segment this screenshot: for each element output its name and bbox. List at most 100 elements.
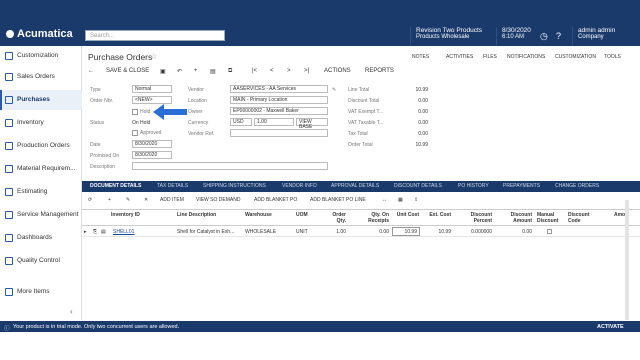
sidebar-item-dashboards[interactable]: Dashboards [0, 228, 82, 248]
type-select[interactable]: Normal [132, 85, 172, 93]
tab-shipping-instructions[interactable]: SHIPPING INSTRUCTIONS [203, 183, 266, 189]
sidebar-item-production-orders[interactable]: Production Orders [0, 136, 82, 156]
line-description-cell[interactable]: Shell for Catalyst in Exh... [177, 229, 234, 235]
tools-link[interactable]: TOOLS [604, 54, 621, 60]
files-link[interactable]: FILES [483, 54, 497, 60]
table-row[interactable]: ▸ ⎘ ▤ SHELL01 Shell for Catalyst in Exh.… [82, 227, 640, 237]
warehouse-cell[interactable]: WHOLESALE [245, 229, 276, 235]
activate-button[interactable]: ACTIVATE [597, 324, 624, 330]
discount-percent-cell[interactable]: 0.000000 [466, 229, 492, 235]
customization-link[interactable]: CUSTOMIZATION [555, 54, 596, 60]
vendor-field[interactable]: AASERVICES - AA Services [230, 85, 328, 93]
date-field[interactable]: 8/30/2020 [132, 140, 172, 148]
unit-cost-input[interactable]: 10.99 [392, 227, 420, 236]
sidebar-item-more-items[interactable]: More Items [0, 282, 82, 302]
col-discount-amount[interactable]: Discount Amount [506, 212, 532, 224]
location-field[interactable]: MAIN - Primary Location [230, 96, 328, 104]
activities-link[interactable]: ACTIVITIES [446, 54, 473, 60]
sidebar-item-service-management[interactable]: Service Management [0, 205, 82, 225]
edit-vendor-icon[interactable]: ✎ [332, 87, 336, 93]
order-nbr-field[interactable]: <NEW> [132, 96, 172, 104]
tab-po-history[interactable]: PO HISTORY [458, 183, 489, 189]
user-menu[interactable]: admin admin Company [572, 27, 615, 45]
sidebar-item-customization[interactable]: Customization [0, 46, 82, 66]
company-selector[interactable]: Revision Two Products Products Wholesale [410, 27, 482, 45]
sidebar-item-quality-control[interactable]: Quality Control [0, 251, 82, 271]
save-close-button[interactable]: SAVE & CLOSE [106, 68, 149, 74]
add-icon[interactable]: + [194, 68, 198, 74]
col-order-qty[interactable]: Order Qty. [330, 212, 346, 224]
col-warehouse[interactable]: Warehouse [245, 212, 272, 218]
delete-row-icon[interactable]: ✕ [144, 197, 148, 203]
delete-icon[interactable]: ▤ [210, 68, 216, 75]
next-icon[interactable]: > [287, 68, 291, 74]
date-selector[interactable]: 8/30/2020 6:10 AM [496, 27, 531, 45]
tab-tax-details[interactable]: TAX DETAILS [157, 183, 188, 189]
uom-cell[interactable]: UNIT [296, 229, 308, 235]
rate-field[interactable]: 1.00 [254, 118, 294, 126]
add-item-button[interactable]: ADD ITEM [160, 197, 184, 203]
first-icon[interactable]: |< [252, 68, 257, 74]
add-blanket-po-line-button[interactable]: ADD BLANKET PO LINE [310, 197, 366, 203]
tab-prepayments[interactable]: PREPAYMENTS [503, 183, 540, 189]
add-row-icon[interactable]: + [108, 197, 111, 203]
collapse-sidebar-icon[interactable]: ‹ [70, 307, 73, 316]
tab-change-orders[interactable]: CHANGE ORDERS [555, 183, 599, 189]
notes-link[interactable]: NOTES [412, 54, 429, 60]
col-ext-cost[interactable]: Ext. Cost [427, 212, 451, 218]
vendor-ref-field[interactable] [230, 129, 328, 137]
description-field[interactable] [132, 162, 328, 170]
help-icon[interactable]: ? [556, 31, 561, 41]
col-manual-discount[interactable]: Manual Discount [537, 212, 561, 224]
last-icon[interactable]: >| [304, 68, 309, 74]
save-icon[interactable]: ▣ [160, 68, 166, 75]
row-selector-icon[interactable]: ▸ [84, 229, 87, 235]
tab-vendor-info[interactable]: VENDOR INFO [282, 183, 317, 189]
actions-menu[interactable]: ACTIONS [324, 68, 351, 74]
favorite-star-icon[interactable]: ☆ [150, 52, 157, 61]
reports-menu[interactable]: REPORTS [365, 68, 394, 74]
export-icon[interactable]: ▦ [398, 197, 403, 203]
edit-row-icon[interactable]: ✎ [126, 197, 130, 203]
discount-amount-cell[interactable]: 0.00 [506, 229, 532, 235]
sidebar-item-material-requirements[interactable]: Material Requirem... [0, 159, 82, 179]
search-input[interactable]: Search... [85, 30, 225, 41]
notifications-link[interactable]: NOTIFICATIONS [507, 54, 545, 60]
sidebar-item-estimating[interactable]: Estimating [0, 182, 82, 202]
col-qty-receipts[interactable]: Qty. On Receipts [365, 212, 389, 224]
attachment-icon[interactable]: ⎘ [93, 229, 97, 235]
manual-discount-checkbox[interactable] [547, 229, 552, 234]
row-note-icon[interactable]: ▤ [101, 229, 106, 235]
sidebar-item-purchases[interactable]: Purchases [0, 90, 82, 110]
owner-field[interactable]: EP00000002 - Maxwell Baker [230, 107, 328, 115]
currency-field[interactable]: USD [230, 118, 252, 126]
prev-icon[interactable]: < [270, 68, 274, 74]
tab-discount-details[interactable]: DISCOUNT DETAILS [394, 183, 442, 189]
clock-icon[interactable]: ◷ [540, 31, 548, 42]
col-uom[interactable]: UOM [296, 212, 308, 218]
fit-columns-icon[interactable]: ↔ [382, 197, 387, 203]
col-inventory-id[interactable]: Inventory ID [111, 212, 140, 218]
col-discount-code[interactable]: Discount Code [568, 212, 592, 224]
refresh-icon[interactable]: ⟳ [88, 197, 92, 203]
sidebar-item-sales-orders[interactable]: Sales Orders [0, 67, 82, 87]
inventory-id-link[interactable]: SHELL01 [113, 229, 134, 235]
logo[interactable]: Acumatica [6, 28, 73, 40]
view-so-demand-button[interactable]: VIEW SO DEMAND [196, 197, 240, 203]
add-blanket-po-button[interactable]: ADD BLANKET PO [254, 197, 297, 203]
upload-icon[interactable]: ⇪ [414, 197, 418, 203]
undo-icon[interactable]: ↶ [177, 68, 182, 75]
col-line-description[interactable]: Line Description [177, 212, 216, 218]
order-qty-cell[interactable]: 1.00 [330, 229, 346, 235]
tab-approval-details[interactable]: APPROVAL DETAILS [331, 183, 379, 189]
col-unit-cost[interactable]: Unit Cost [394, 212, 419, 218]
view-base-button[interactable]: VIEW BASE [296, 118, 328, 130]
tab-document-details[interactable]: DOCUMENT DETAILS [90, 183, 141, 189]
sidebar-item-inventory[interactable]: Inventory [0, 113, 82, 133]
back-icon[interactable]: ← [88, 68, 94, 74]
copy-icon[interactable]: ⧉ [228, 68, 232, 75]
promised-field[interactable]: 8/30/2020 [132, 151, 172, 159]
col-discount-percent[interactable]: Discount Percent [466, 212, 492, 224]
hold-checkbox[interactable] [132, 109, 138, 115]
scrollbar[interactable] [625, 200, 629, 320]
